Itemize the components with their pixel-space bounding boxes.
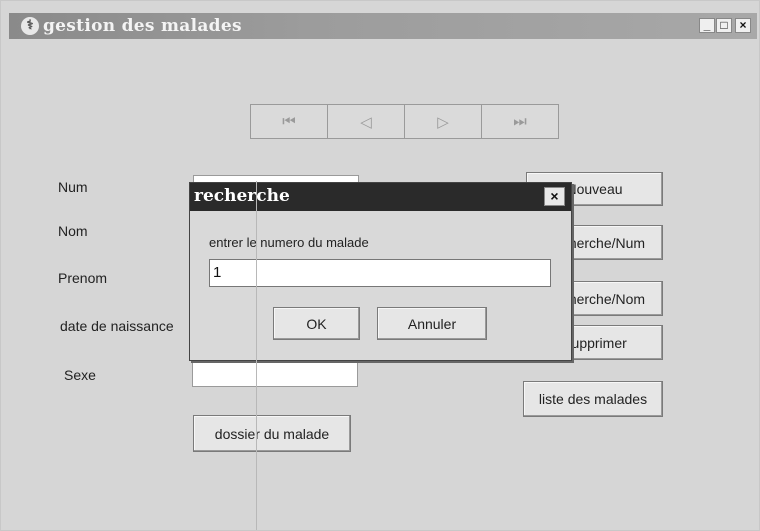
minimize-button[interactable]: _ [699,18,715,33]
next-record-button[interactable]: ▷ [405,105,482,138]
first-record-button[interactable]: ⏮ [251,105,328,138]
main-window: ⚕ gestion des malades _ □ × ⏮ ◁ ▷ ⏭ Num … [0,0,760,531]
numero-malade-input[interactable]: 1 [209,259,551,287]
navigation-toolbar: ⏮ ◁ ▷ ⏭ [250,104,559,139]
dialog-title: recherche [194,186,290,206]
dossier-malade-button[interactable]: dossier du malade [193,415,351,452]
ok-button[interactable]: OK [273,307,360,340]
window-title: gestion des malades [43,16,242,36]
previous-icon: ◁ [360,113,372,131]
last-record-button[interactable]: ⏭ [482,105,558,138]
first-icon: ⏮ [282,113,296,130]
prenom-label: Prenom [58,270,108,286]
last-icon: ⏭ [513,113,527,130]
sexe-field[interactable] [192,361,358,387]
date-naissance-label: date de naissance [60,318,174,334]
recherche-dialog: recherche × entrer le numero du malade 1… [189,182,572,361]
app-icon: ⚕ [21,17,39,35]
dialog-title-bar[interactable]: recherche × [190,183,571,211]
sexe-label: Sexe [64,367,96,383]
dialog-close-button[interactable]: × [544,187,565,206]
close-button[interactable]: × [735,18,751,33]
title-bar[interactable]: ⚕ gestion des malades _ □ × [9,13,757,39]
annuler-button[interactable]: Annuler [377,307,487,340]
liste-malades-button[interactable]: liste des malades [523,381,663,417]
maximize-button[interactable]: □ [716,18,732,33]
nom-label: Nom [58,223,88,239]
dialog-prompt: entrer le numero du malade [209,235,369,250]
previous-record-button[interactable]: ◁ [328,105,405,138]
divider-line [256,181,257,530]
num-label: Num [58,179,88,195]
next-icon: ▷ [437,113,449,131]
